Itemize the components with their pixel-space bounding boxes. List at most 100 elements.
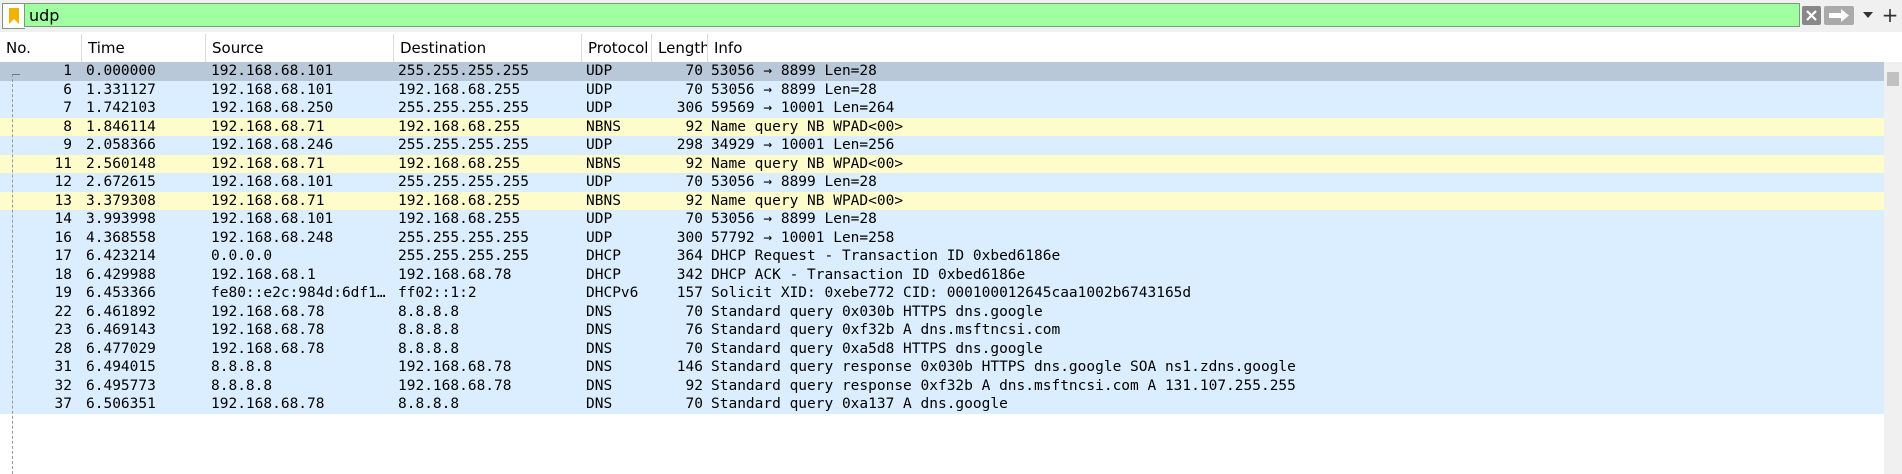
packet-destination: 192.168.68.78 [398,377,512,394]
packet-length: 70 [685,174,703,190]
packet-length: 76 [685,322,703,338]
packet-source: 192.168.68.246 [211,137,334,153]
packet-info: Standard query 0xa5d8 HTTPS dns.google [711,340,1043,357]
packet-source: 192.168.68.248 [211,229,334,246]
packet-protocol: UDP [586,137,613,153]
packet-source: 192.168.68.78 [211,322,325,338]
vertical-scrollbar[interactable] [1884,62,1902,474]
packet-row[interactable]: 9 2.058366 192.168.68.246 255.255.255.255 UD… [0,136,1902,155]
packet-row[interactable]: 13 3.379308 192.168.68.71 192.168.68.255 NBN… [0,191,1902,210]
packet-length: 70 [685,211,703,227]
packet-number: 37 [54,396,72,412]
packet-protocol: UDP [586,211,613,227]
packet-time: 6.453366 [86,285,156,301]
packet-source: 192.168.68.71 [211,192,325,209]
recent-filters-dropdown[interactable] [1862,9,1874,21]
conversation-tree-line [12,74,14,474]
display-filter-input[interactable] [24,3,1800,27]
packet-row[interactable]: 23 6.469143 192.168.68.78 8.8.8.8 DNS 76 Stand… [0,321,1902,340]
packet-info: Standard query 0x030b HTTPS dns.google [711,303,1043,320]
packet-row[interactable]: 8 1.846114 192.168.68.71 192.168.68.255 NBNS… [0,117,1902,136]
packet-number: 28 [54,340,72,357]
packet-row[interactable]: 7 1.742103 192.168.68.250 255.255.255.255 UD… [0,99,1902,118]
scrollbar-thumb[interactable] [1887,72,1899,86]
packet-protocol: UDP [586,63,613,79]
conversation-tree-start [12,74,20,75]
packet-info: Solicit XID: 0xebe772 CID: 000100012645c… [711,285,1192,301]
packet-source: 192.168.68.1 [211,266,316,283]
column-header-time[interactable]: Time [82,34,206,62]
packet-source: 192.168.68.101 [211,174,334,190]
packet-row[interactable]: 22 6.461892 192.168.68.78 8.8.8.8 DNS 70 Stand… [0,302,1902,321]
packet-info: Standard query 0xf32b A dns.msftncsi.com [711,322,1061,338]
packet-length: 70 [685,303,703,320]
packet-row[interactable]: 16 4.368558 192.168.68.248 255.255.255.255 U… [0,228,1902,247]
apply-filter-button[interactable] [1824,6,1854,25]
packet-length: 92 [685,118,703,135]
packet-row[interactable]: 32 6.495773 8.8.8.8 192.168.68.78 DNS 92 Stand… [0,376,1902,395]
column-header-destination[interactable]: Destination [394,34,582,62]
packet-source: 192.168.68.78 [211,396,325,412]
packet-row[interactable]: 11 2.560148 192.168.68.71 192.168.68.255 NBN… [0,154,1902,173]
packet-time: 0.000000 [86,63,156,79]
packet-destination: 192.168.68.255 [398,192,521,209]
packet-time: 1.742103 [86,100,156,116]
packet-time: 3.993998 [86,211,156,227]
packet-info: Standard query 0xa137 A dns.google [711,396,1008,412]
packet-row[interactable]: 18 6.429988 192.168.68.1 192.168.68.78 DHCP 3… [0,265,1902,284]
packet-source: 0.0.0.0 [211,248,273,264]
packet-protocol: DNS [586,377,613,394]
column-header-no[interactable]: No. [0,34,82,62]
packet-source: 8.8.8.8 [211,377,273,394]
packet-source: 192.168.68.101 [211,211,334,227]
packet-source: 192.168.68.78 [211,303,325,320]
packet-info: 53056 → 8899 Len=28 [711,63,877,79]
packet-time: 4.368558 [86,229,156,246]
packet-row[interactable]: 17 6.423214 0.0.0.0 255.255.255.255 DHCP 364 D… [0,247,1902,266]
packet-number: 12 [54,174,72,190]
display-filter-toolbar: + [0,0,1902,32]
chevron-down-icon [1863,12,1873,18]
packet-list[interactable]: 1 0.000000 192.168.68.101 255.255.255.255 UD… [0,62,1902,474]
packet-row[interactable]: 12 2.672615 192.168.68.101 255.255.255.255 U… [0,173,1902,192]
packet-row[interactable]: 19 6.453366 fe80::e2c:984d:6df1… ff02::1:2 D… [0,284,1902,303]
packet-info: 53056 → 8899 Len=28 [711,211,877,227]
packet-destination: 8.8.8.8 [398,303,460,320]
column-header-protocol[interactable]: Protocol [582,34,652,62]
packet-length: 300 [676,229,703,246]
packet-info: DHCP ACK - Transaction ID 0xbed6186e [711,266,1026,283]
packet-number: 9 [63,137,72,153]
filter-bookmark-button[interactable] [2,3,25,29]
packet-row[interactable]: 31 6.494015 8.8.8.8 192.168.68.78 DNS 146 Stan… [0,358,1902,377]
packet-length: 298 [676,137,703,153]
packet-protocol: DNS [586,322,613,338]
packet-destination: 255.255.255.255 [398,100,529,116]
packet-row[interactable]: 37 6.506351 192.168.68.78 8.8.8.8 DNS 70 Stand… [0,395,1902,414]
packet-protocol: NBNS [586,155,621,172]
packet-row[interactable]: 28 6.477029 192.168.68.78 8.8.8.8 DNS 70 Stand… [0,339,1902,358]
packet-destination: 192.168.68.255 [398,211,521,227]
packet-info: Name query NB WPAD<00> [711,155,904,172]
packet-number: 32 [54,377,72,394]
packet-destination: 192.168.68.78 [398,266,512,283]
packet-protocol: DHCP [586,248,621,264]
packet-row[interactable]: 6 1.331127 192.168.68.101 192.168.68.255 UDP… [0,80,1902,99]
packet-protocol: DNS [586,340,613,357]
packet-source: 192.168.68.101 [211,81,334,98]
packet-row[interactable]: 1 0.000000 192.168.68.101 255.255.255.255 UD… [0,62,1902,81]
packet-destination: 255.255.255.255 [398,174,529,190]
column-header-length[interactable]: Length [652,34,708,62]
packet-destination: ff02::1:2 [398,285,477,301]
packet-info: 57792 → 10001 Len=258 [711,229,895,246]
packet-destination: 192.168.68.255 [398,118,521,135]
packet-length: 70 [685,63,703,79]
column-header-info[interactable]: Info [708,34,1884,62]
column-header-source[interactable]: Source [206,34,394,62]
packet-number: 6 [63,81,72,98]
packet-length: 70 [685,81,703,98]
clear-filter-button[interactable] [1802,6,1821,25]
packet-row[interactable]: 14 3.993998 192.168.68.101 192.168.68.255 UD… [0,210,1902,229]
add-filter-button[interactable]: + [1880,3,1900,27]
packet-length: 70 [685,396,703,412]
packet-length: 146 [676,359,703,375]
